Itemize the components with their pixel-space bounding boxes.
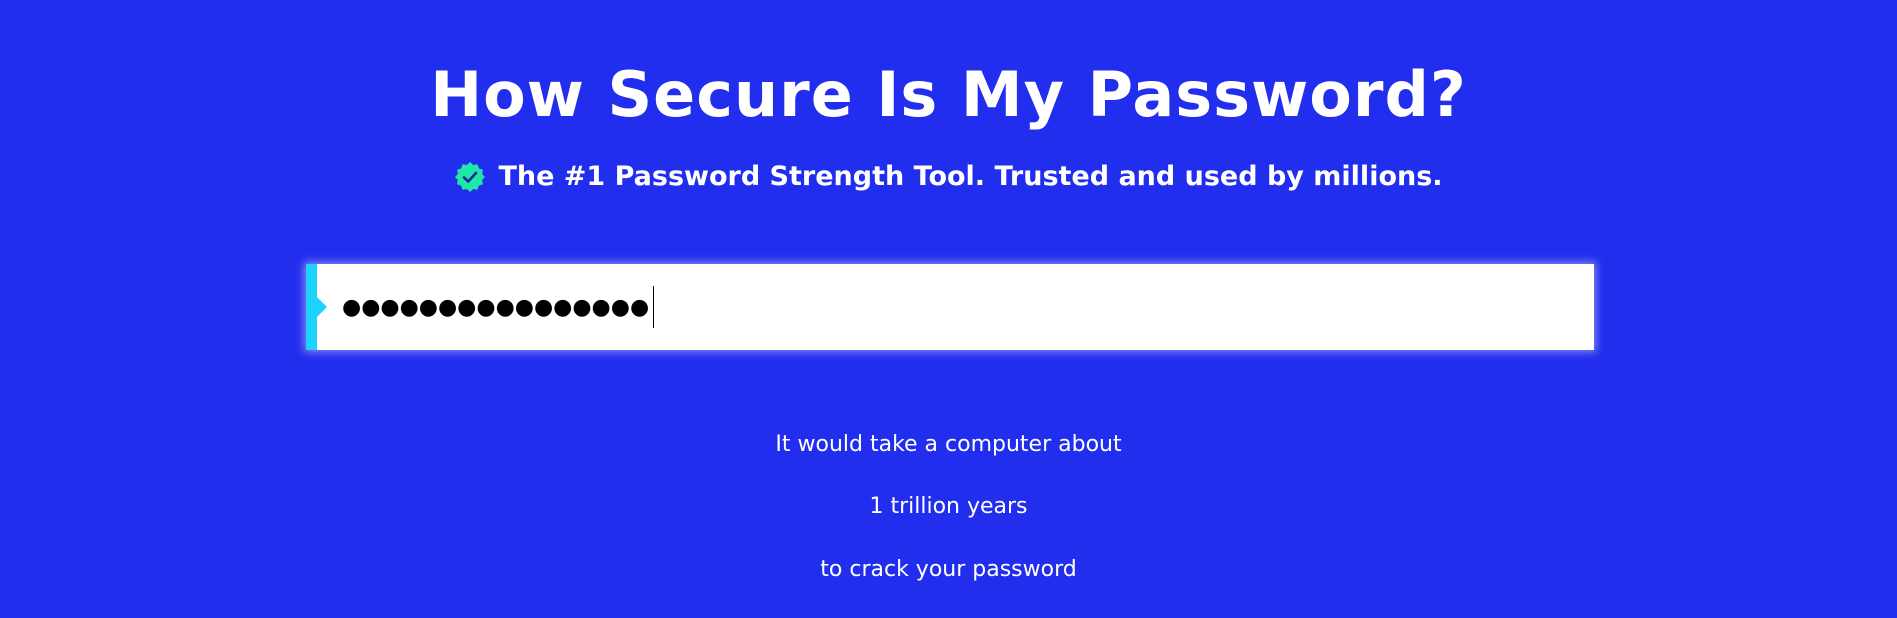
text-caret [653, 286, 655, 328]
page-subtitle: The #1 Password Strength Tool. Trusted a… [498, 161, 1443, 192]
field-accent-bar [306, 264, 317, 350]
result-intro-text: It would take a computer about [775, 432, 1122, 457]
page-title: How Secure Is My Password? [430, 58, 1467, 131]
password-input[interactable]: ●●●●●●●●●●●●●●●● [342, 264, 1572, 350]
subtitle-row: The #1 Password Strength Tool. Trusted a… [0, 158, 1897, 196]
verified-badge-icon [454, 161, 486, 193]
password-masked-value: ●●●●●●●●●●●●●●●● [342, 294, 650, 320]
password-field-container[interactable]: ●●●●●●●●●●●●●●●● [306, 264, 1594, 350]
field-arrow-icon [317, 297, 327, 317]
crack-time-value: 1 trillion years [869, 494, 1028, 519]
result-outro-text: to crack your password [820, 557, 1077, 582]
